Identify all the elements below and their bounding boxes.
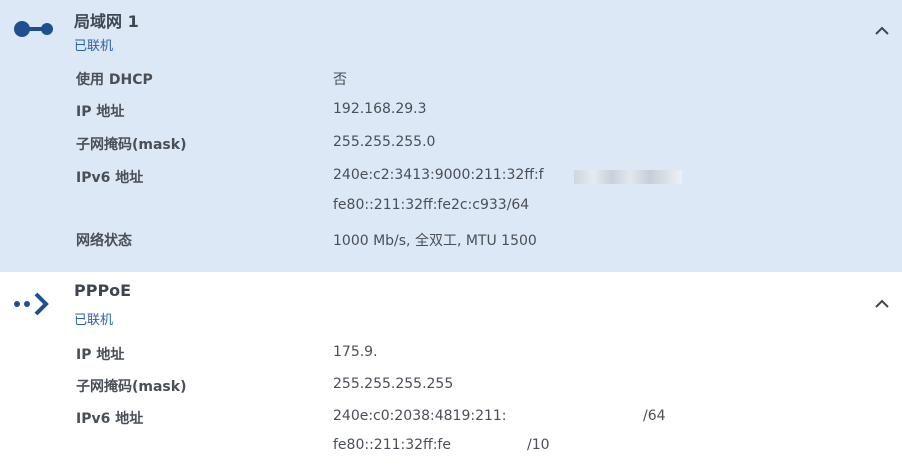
lan-ipv6-label: IPv6 地址 [76, 170, 144, 186]
pppoe-mask-value: 255.255.255.255 [333, 376, 454, 392]
lan-ip-label: IP 地址 [76, 104, 125, 120]
pppoe-status: 已联机 [74, 313, 114, 328]
pppoe-ipv6-label: IPv6 地址 [76, 411, 144, 427]
lan-network-status-value: 1000 Mb/s, 全双工, MTU 1500 [333, 233, 537, 249]
pppoe-panel[interactable]: PPPoE 已联机 IP 地址 175.9. 子网掩码(mask) 255.25… [0, 272, 902, 476]
pppoe-ipv6-value: 240e:c0:2038:4819:211: [333, 408, 507, 424]
lan-mask-value: 255.255.255.0 [333, 134, 436, 150]
lan-ipv6-link-local-value: fe80::211:32ff:fe2c:c933/64 [333, 197, 530, 213]
pppoe-ipv6-link-local-value: fe80::211:32ff:fe [333, 437, 451, 453]
pppoe-ipv6-link-local-suffix: /10 [527, 437, 550, 453]
pppoe-mask-label: 子网掩码(mask) [76, 379, 187, 395]
lan-connected-icon [14, 21, 53, 37]
pppoe-collapse-chevron-up-icon[interactable] [872, 296, 892, 312]
lan-dhcp-value: 否 [333, 72, 347, 88]
lan-ipv6-value: 240e:c2:3413:9000:211:32ff:f [333, 167, 544, 183]
lan-network-status-label: 网络状态 [76, 233, 132, 249]
lan-ip-value: 192.168.29.3 [333, 101, 427, 117]
pppoe-ip-label: IP 地址 [76, 347, 125, 363]
pppoe-title: PPPoE [74, 281, 132, 300]
pppoe-ipv6-prefix-suffix: /64 [643, 408, 666, 424]
pppoe-ip-value: 175.9. [333, 344, 378, 360]
lan-1-status: 已联机 [74, 39, 114, 54]
lan-1-title: 局域网 1 [74, 12, 139, 31]
redacted-blur [574, 170, 682, 184]
lan-1-panel[interactable]: 局域网 1 已联机 使用 DHCP 否 IP 地址 192.168.29.3 子… [0, 0, 902, 272]
lan-mask-label: 子网掩码(mask) [76, 137, 187, 153]
lan-1-collapse-chevron-up-icon[interactable] [872, 23, 892, 39]
pppoe-connection-icon [14, 292, 49, 315]
lan-dhcp-label: 使用 DHCP [76, 72, 153, 88]
